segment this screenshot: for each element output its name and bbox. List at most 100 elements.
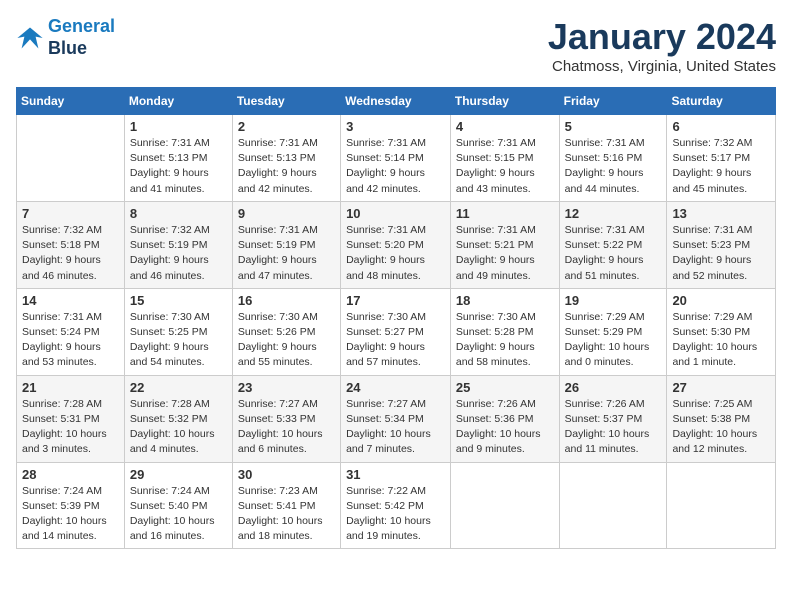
day-info: Sunrise: 7:23 AMSunset: 5:41 PMDaylight:… bbox=[238, 484, 335, 545]
calendar-cell bbox=[450, 462, 559, 549]
day-info: Sunrise: 7:30 AMSunset: 5:25 PMDaylight:… bbox=[130, 310, 227, 371]
calendar-cell bbox=[17, 115, 125, 202]
day-info: Sunrise: 7:31 AMSunset: 5:19 PMDaylight:… bbox=[238, 223, 335, 284]
day-number: 7 bbox=[22, 206, 119, 221]
day-number: 4 bbox=[456, 119, 554, 134]
day-info: Sunrise: 7:31 AMSunset: 5:14 PMDaylight:… bbox=[346, 136, 445, 197]
calendar-cell: 30Sunrise: 7:23 AMSunset: 5:41 PMDayligh… bbox=[232, 462, 340, 549]
calendar-cell: 5Sunrise: 7:31 AMSunset: 5:16 PMDaylight… bbox=[559, 115, 667, 202]
calendar-cell: 16 Sunrise: 7:30 AMSunset: 5:26 PMDayligh… bbox=[232, 288, 340, 375]
day-info: Sunrise: 7:30 AMSunset: 5:26 PMDaylight:… bbox=[238, 310, 335, 371]
calendar-cell: 2Sunrise: 7:31 AMSunset: 5:13 PMDaylight… bbox=[232, 115, 340, 202]
weekday-header-wednesday: Wednesday bbox=[341, 88, 451, 115]
day-info: Sunrise: 7:30 AMSunset: 5:27 PMDaylight:… bbox=[346, 310, 445, 371]
day-info: Sunrise: 7:31 AMSunset: 5:13 PMDaylight:… bbox=[130, 136, 227, 197]
page-header: General Blue January 2024 Chatmoss, Virg… bbox=[16, 16, 776, 75]
day-number: 24 bbox=[346, 380, 445, 395]
day-info: Sunrise: 7:31 AMSunset: 5:24 PMDaylight:… bbox=[22, 310, 119, 371]
day-number: 25 bbox=[456, 380, 554, 395]
day-number: 6 bbox=[672, 119, 770, 134]
day-info: Sunrise: 7:24 AMSunset: 5:39 PMDaylight:… bbox=[22, 484, 119, 545]
day-number: 29 bbox=[130, 467, 227, 482]
day-info: Sunrise: 7:31 AMSunset: 5:22 PMDaylight:… bbox=[565, 223, 662, 284]
day-number: 18 bbox=[456, 293, 554, 308]
day-number: 13 bbox=[672, 206, 770, 221]
calendar-cell: 29 Sunrise: 7:24 AMSunset: 5:40 PMDayligh… bbox=[124, 462, 232, 549]
calendar-cell: 22 Sunrise: 7:28 AMSunset: 5:32 PMDayligh… bbox=[124, 375, 232, 462]
day-number: 10 bbox=[346, 206, 445, 221]
calendar-cell: 31 Sunrise: 7:22 AMSunset: 5:42 PMDayligh… bbox=[341, 462, 451, 549]
day-number: 28 bbox=[22, 467, 119, 482]
day-info: Sunrise: 7:28 AMSunset: 5:31 PMDaylight:… bbox=[22, 397, 119, 458]
day-number: 12 bbox=[565, 206, 662, 221]
day-info: Sunrise: 7:26 AMSunset: 5:36 PMDaylight:… bbox=[456, 397, 554, 458]
calendar-cell: 19Sunrise: 7:29 AMSunset: 5:29 PMDayligh… bbox=[559, 288, 667, 375]
day-number: 22 bbox=[130, 380, 227, 395]
day-info: Sunrise: 7:31 AMSunset: 5:20 PMDaylight:… bbox=[346, 223, 445, 284]
logo-text-line1: General bbox=[48, 16, 115, 38]
calendar-cell: 20Sunrise: 7:29 AMSunset: 5:30 PMDayligh… bbox=[667, 288, 776, 375]
day-info: Sunrise: 7:32 AMSunset: 5:19 PMDaylight:… bbox=[130, 223, 227, 284]
calendar-cell: 10 Sunrise: 7:31 AMSunset: 5:20 PMDayligh… bbox=[341, 201, 451, 288]
day-number: 1 bbox=[130, 119, 227, 134]
day-info: Sunrise: 7:31 AMSunset: 5:15 PMDaylight:… bbox=[456, 136, 554, 197]
day-number: 21 bbox=[22, 380, 119, 395]
calendar-cell: 4 Sunrise: 7:31 AMSunset: 5:15 PMDaylight… bbox=[450, 115, 559, 202]
calendar-cell: 27 Sunrise: 7:25 AMSunset: 5:38 PMDayligh… bbox=[667, 375, 776, 462]
calendar-cell: 7Sunrise: 7:32 AMSunset: 5:18 PMDaylight… bbox=[17, 201, 125, 288]
calendar-title: January 2024 bbox=[548, 16, 776, 58]
calendar-cell: 14 Sunrise: 7:31 AMSunset: 5:24 PMDayligh… bbox=[17, 288, 125, 375]
calendar-cell: 21 Sunrise: 7:28 AMSunset: 5:31 PMDayligh… bbox=[17, 375, 125, 462]
day-number: 15 bbox=[130, 293, 227, 308]
day-number: 3 bbox=[346, 119, 445, 134]
weekday-header-row: SundayMondayTuesdayWednesdayThursdayFrid… bbox=[17, 88, 776, 115]
calendar-week-row: 7Sunrise: 7:32 AMSunset: 5:18 PMDaylight… bbox=[17, 201, 776, 288]
calendar-week-row: 1 Sunrise: 7:31 AMSunset: 5:13 PMDaylight… bbox=[17, 115, 776, 202]
day-info: Sunrise: 7:26 AMSunset: 5:37 PMDaylight:… bbox=[565, 397, 662, 458]
weekday-header-sunday: Sunday bbox=[17, 88, 125, 115]
day-number: 31 bbox=[346, 467, 445, 482]
day-number: 8 bbox=[130, 206, 227, 221]
day-number: 16 bbox=[238, 293, 335, 308]
day-info: Sunrise: 7:29 AMSunset: 5:29 PMDaylight:… bbox=[565, 310, 662, 371]
weekday-header-saturday: Saturday bbox=[667, 88, 776, 115]
calendar-cell: 13Sunrise: 7:31 AMSunset: 5:23 PMDayligh… bbox=[667, 201, 776, 288]
day-info: Sunrise: 7:31 AMSunset: 5:16 PMDaylight:… bbox=[565, 136, 662, 197]
day-info: Sunrise: 7:24 AMSunset: 5:40 PMDaylight:… bbox=[130, 484, 227, 545]
day-number: 26 bbox=[565, 380, 662, 395]
day-info: Sunrise: 7:25 AMSunset: 5:38 PMDaylight:… bbox=[672, 397, 770, 458]
calendar-cell bbox=[667, 462, 776, 549]
day-info: Sunrise: 7:22 AMSunset: 5:42 PMDaylight:… bbox=[346, 484, 445, 545]
calendar-cell: 18 Sunrise: 7:30 AMSunset: 5:28 PMDayligh… bbox=[450, 288, 559, 375]
day-number: 23 bbox=[238, 380, 335, 395]
weekday-header-thursday: Thursday bbox=[450, 88, 559, 115]
calendar-cell: 17 Sunrise: 7:30 AMSunset: 5:27 PMDayligh… bbox=[341, 288, 451, 375]
day-number: 9 bbox=[238, 206, 335, 221]
day-info: Sunrise: 7:27 AMSunset: 5:33 PMDaylight:… bbox=[238, 397, 335, 458]
calendar-cell: 1 Sunrise: 7:31 AMSunset: 5:13 PMDaylight… bbox=[124, 115, 232, 202]
calendar-cell: 6 Sunrise: 7:32 AMSunset: 5:17 PMDaylight… bbox=[667, 115, 776, 202]
calendar-cell: 11Sunrise: 7:31 AMSunset: 5:21 PMDayligh… bbox=[450, 201, 559, 288]
day-number: 14 bbox=[22, 293, 119, 308]
day-info: Sunrise: 7:27 AMSunset: 5:34 PMDaylight:… bbox=[346, 397, 445, 458]
calendar-week-row: 28 Sunrise: 7:24 AMSunset: 5:39 PMDayligh… bbox=[17, 462, 776, 549]
day-number: 17 bbox=[346, 293, 445, 308]
weekday-header-friday: Friday bbox=[559, 88, 667, 115]
calendar-cell: 15 Sunrise: 7:30 AMSunset: 5:25 PMDayligh… bbox=[124, 288, 232, 375]
day-info: Sunrise: 7:32 AMSunset: 5:17 PMDaylight:… bbox=[672, 136, 770, 197]
calendar-cell: 24 Sunrise: 7:27 AMSunset: 5:34 PMDayligh… bbox=[341, 375, 451, 462]
calendar-subtitle: Chatmoss, Virginia, United States bbox=[548, 58, 776, 75]
day-info: Sunrise: 7:28 AMSunset: 5:32 PMDaylight:… bbox=[130, 397, 227, 458]
day-info: Sunrise: 7:30 AMSunset: 5:28 PMDaylight:… bbox=[456, 310, 554, 371]
calendar-cell: 28 Sunrise: 7:24 AMSunset: 5:39 PMDayligh… bbox=[17, 462, 125, 549]
calendar-cell: 9 Sunrise: 7:31 AMSunset: 5:19 PMDaylight… bbox=[232, 201, 340, 288]
calendar-cell: 8 Sunrise: 7:32 AMSunset: 5:19 PMDaylight… bbox=[124, 201, 232, 288]
calendar-table: SundayMondayTuesdayWednesdayThursdayFrid… bbox=[16, 87, 776, 549]
weekday-header-monday: Monday bbox=[124, 88, 232, 115]
day-number: 27 bbox=[672, 380, 770, 395]
calendar-cell bbox=[559, 462, 667, 549]
calendar-week-row: 14 Sunrise: 7:31 AMSunset: 5:24 PMDayligh… bbox=[17, 288, 776, 375]
logo: General Blue bbox=[16, 16, 115, 59]
calendar-cell: 3 Sunrise: 7:31 AMSunset: 5:14 PMDaylight… bbox=[341, 115, 451, 202]
calendar-week-row: 21 Sunrise: 7:28 AMSunset: 5:31 PMDayligh… bbox=[17, 375, 776, 462]
